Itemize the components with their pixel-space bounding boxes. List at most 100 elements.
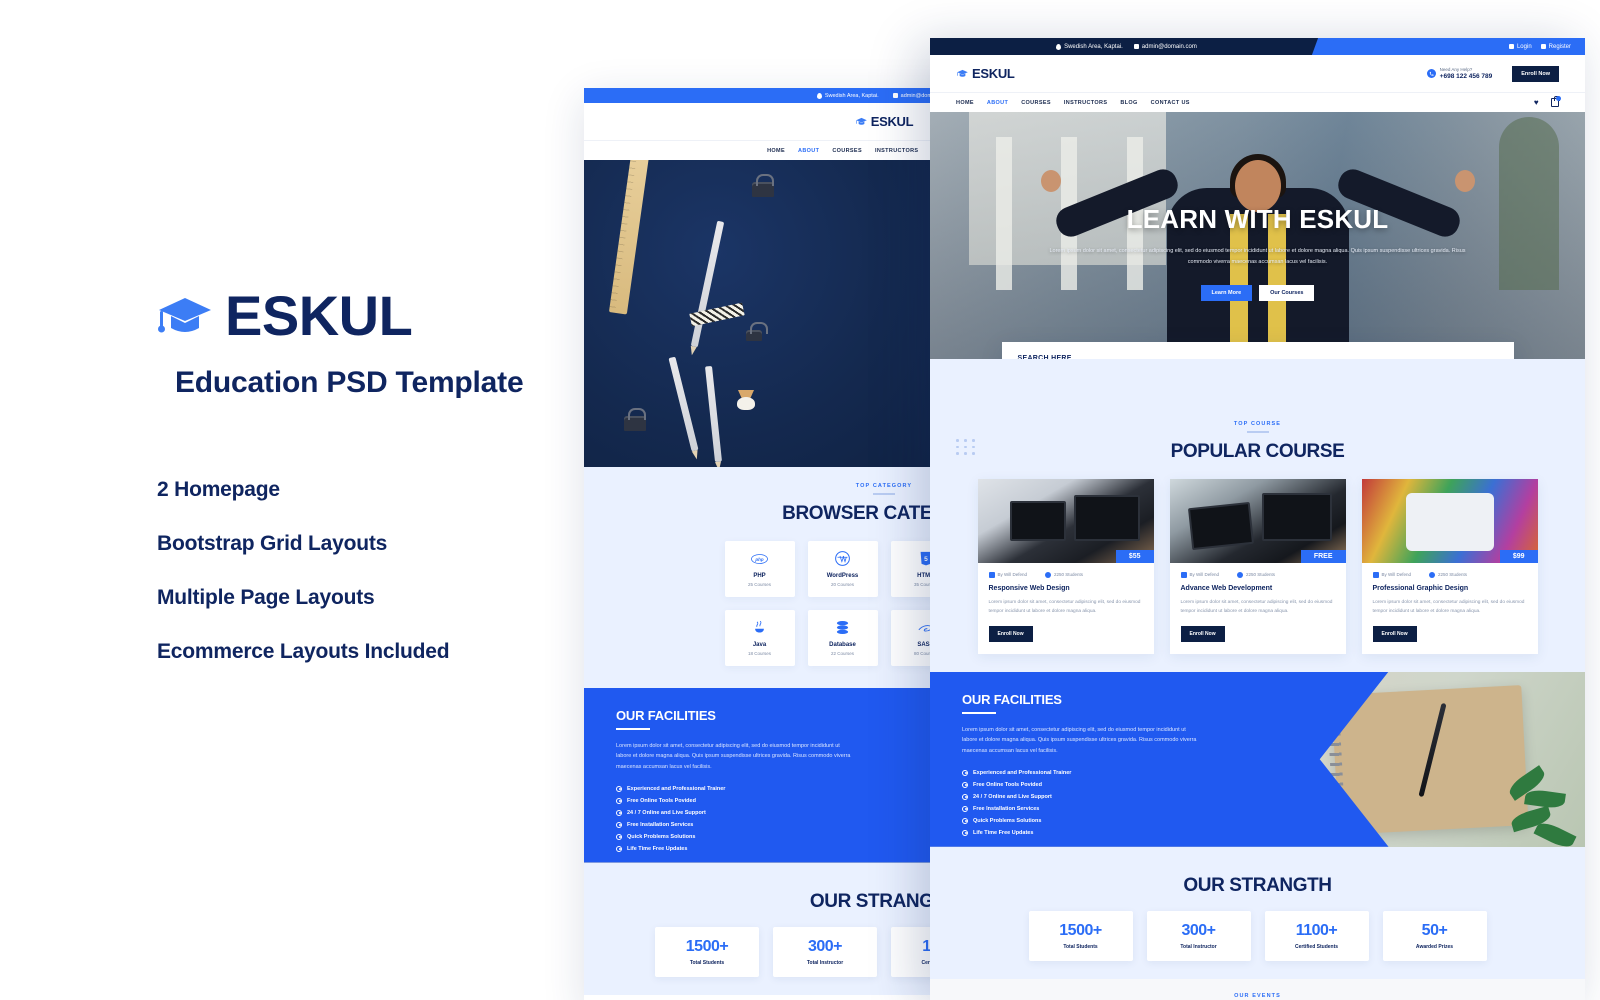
main-nav: HOME ABOUT COURSES INSTRUCTORS BLOG CONT… bbox=[930, 92, 1585, 112]
category-card-php[interactable]: php PHP 25 Courses bbox=[724, 540, 795, 597]
laptop-prop bbox=[1187, 501, 1254, 550]
nav-item-contact[interactable]: CONTACT US bbox=[1151, 100, 1190, 106]
utility-bar-left: Swedish Area, Kaptai. admin@domain.com bbox=[930, 38, 1323, 55]
facilities-paragraph: Lorem ipsum dolor sit amet, consectetur … bbox=[616, 742, 851, 770]
course-card[interactable]: $55 By Will Defend 2250 Students Respons… bbox=[977, 478, 1154, 654]
php-icon: php bbox=[751, 550, 768, 567]
divider bbox=[962, 711, 996, 714]
course-students: 2250 Students bbox=[1045, 571, 1083, 578]
course-enroll-button[interactable]: Enroll Now bbox=[988, 625, 1033, 642]
course-card[interactable]: FREE By Will Defend 2250 Students Advanc… bbox=[1169, 478, 1346, 654]
our-courses-button[interactable]: Our Courses bbox=[1259, 285, 1315, 301]
check-circle-icon bbox=[616, 797, 622, 804]
facility-label: Free Installation Services bbox=[627, 821, 694, 828]
search-heading: SEARCH HERE bbox=[1017, 355, 1072, 359]
stat-value: 1500+ bbox=[1059, 921, 1102, 939]
facility-label: Quick Problems Solutions bbox=[627, 833, 696, 840]
stat-value: 1500+ bbox=[685, 937, 729, 955]
course-thumbnail: $99 bbox=[1361, 478, 1538, 563]
users-icon bbox=[1045, 571, 1052, 578]
nav-item-courses[interactable]: COURSES bbox=[832, 148, 862, 154]
stat-value: 50+ bbox=[1421, 921, 1448, 939]
facility-label: Free Online Tools Povided bbox=[973, 781, 1042, 788]
stat-card: 300+ Total Instructor bbox=[1146, 910, 1251, 961]
facility-label: Quick Problems Solutions bbox=[973, 817, 1042, 824]
stat-label: Total Students bbox=[1063, 943, 1098, 950]
stat-label: Total Instructor bbox=[1180, 943, 1217, 950]
binder-clip-prop bbox=[624, 408, 646, 431]
heart-icon[interactable]: ♥ bbox=[1534, 98, 1539, 107]
course-enroll-button[interactable]: Enroll Now bbox=[1372, 625, 1417, 642]
course-description: Lorem ipsum dolor sit amet, consectetur … bbox=[988, 599, 1141, 615]
divider bbox=[616, 727, 650, 730]
ruler-prop bbox=[608, 160, 650, 315]
binder-clip-prop bbox=[752, 174, 774, 197]
nav-item-blog[interactable]: BLOG bbox=[1120, 100, 1137, 106]
location-pin-icon bbox=[1056, 43, 1062, 50]
promo-panel: ESKUL Education PSD Template 2 Homepage … bbox=[155, 288, 585, 694]
enroll-now-button[interactable]: Enroll Now bbox=[1512, 65, 1559, 82]
nav-item-home[interactable]: HOME bbox=[767, 148, 785, 154]
check-circle-icon bbox=[962, 769, 968, 776]
nav-item-instructors[interactable]: INSTRUCTORS bbox=[1064, 100, 1107, 106]
nav-item-courses[interactable]: COURSES bbox=[1021, 100, 1051, 106]
category-card-database[interactable]: Database 22 Courses bbox=[807, 609, 878, 666]
hand-right bbox=[1454, 170, 1475, 192]
address-text: Swedish Area, Kaptai. bbox=[824, 92, 879, 99]
events-section: OUR EVENTS RECENT EVENTS bbox=[930, 978, 1585, 1000]
stat-label: Certified Students bbox=[1294, 943, 1339, 950]
facility-label: Life Time Free Updates bbox=[627, 845, 688, 852]
popular-course-section: TOP COURSE POPULAR COURSE $55 By Will De… bbox=[930, 359, 1585, 672]
popular-title: POPULAR COURSE bbox=[1170, 440, 1345, 462]
site-logo[interactable]: ESKUL bbox=[956, 66, 1015, 81]
learn-more-button[interactable]: Learn More bbox=[1200, 285, 1253, 301]
shopping-bag-icon[interactable] bbox=[1551, 96, 1561, 107]
pencil-prop bbox=[690, 220, 725, 348]
feature-item: Bootstrap Grid Layouts bbox=[157, 532, 388, 555]
email-item[interactable]: admin@domain.com bbox=[1133, 44, 1197, 50]
logo-bar: ESKUL Need Any Help? +698 122 456 789 En… bbox=[930, 55, 1585, 92]
facility-label: Free Installation Services bbox=[973, 805, 1040, 812]
help-contact[interactable]: Need Any Help? +698 122 456 789 bbox=[1426, 67, 1492, 81]
address-item: Swedish Area, Kaptai. bbox=[816, 92, 879, 99]
binder-clip-prop bbox=[746, 322, 768, 341]
user-icon bbox=[1372, 571, 1379, 578]
facilities-list: Experienced and Professional Trainer Fre… bbox=[962, 769, 1389, 836]
course-enroll-button[interactable]: Enroll Now bbox=[1180, 625, 1225, 642]
stat-card: 300+ Total Instructor bbox=[773, 926, 877, 977]
category-card-wordpress[interactable]: WordPress 20 Courses bbox=[807, 540, 878, 597]
category-count: 18 Courses bbox=[747, 651, 771, 656]
facility-label: Life Time Free Updates bbox=[973, 829, 1034, 836]
nav-item-instructors[interactable]: INSTRUCTORS bbox=[875, 148, 918, 154]
location-pin-icon bbox=[816, 92, 822, 99]
cart-badge bbox=[1556, 96, 1561, 101]
site-logo[interactable]: ESKUL bbox=[855, 114, 914, 129]
java-icon bbox=[753, 619, 766, 636]
facilities-panel: OUR FACILITIES Lorem ipsum dolor sit ame… bbox=[930, 671, 1389, 847]
address-item: Swedish Area, Kaptai. bbox=[1056, 43, 1123, 50]
users-icon bbox=[1237, 571, 1244, 578]
category-card-java[interactable]: Java 18 Courses bbox=[724, 609, 795, 666]
graduation-cap-icon bbox=[855, 117, 867, 125]
course-thumbnail: FREE bbox=[1169, 478, 1346, 563]
course-card[interactable]: $99 By Will Defend 2250 Students Profess… bbox=[1361, 478, 1538, 654]
hero-section-graduate: LEARN WITH ESKUL Lorem ipsum dolor sit a… bbox=[930, 112, 1585, 359]
nav-item-about[interactable]: ABOUT bbox=[798, 148, 819, 154]
nav-item-home[interactable]: HOME bbox=[956, 100, 974, 106]
envelope-icon bbox=[892, 93, 898, 98]
pencil-prop bbox=[705, 365, 722, 463]
promo-subtitle: Education PSD Template bbox=[175, 366, 524, 399]
facility-label: Free Online Tools Povided bbox=[627, 797, 696, 804]
utility-bar: Swedish Area, Kaptai. admin@domain.com L… bbox=[930, 38, 1585, 55]
stat-label: Total Students bbox=[689, 959, 725, 966]
course-description: Lorem ipsum dolor sit amet, consectetur … bbox=[1372, 599, 1525, 615]
login-link[interactable]: Login bbox=[1508, 44, 1532, 50]
stat-card: 1500+ Total Students bbox=[1028, 910, 1133, 961]
check-circle-icon bbox=[616, 809, 622, 816]
nav-item-about[interactable]: ABOUT bbox=[987, 100, 1008, 106]
facility-item: Quick Problems Solutions bbox=[962, 817, 1389, 824]
divider bbox=[873, 493, 895, 495]
register-link[interactable]: Register bbox=[1540, 44, 1571, 50]
events-eyebrow: OUR EVENTS bbox=[1234, 992, 1281, 999]
stat-value: 1100+ bbox=[1295, 921, 1338, 939]
